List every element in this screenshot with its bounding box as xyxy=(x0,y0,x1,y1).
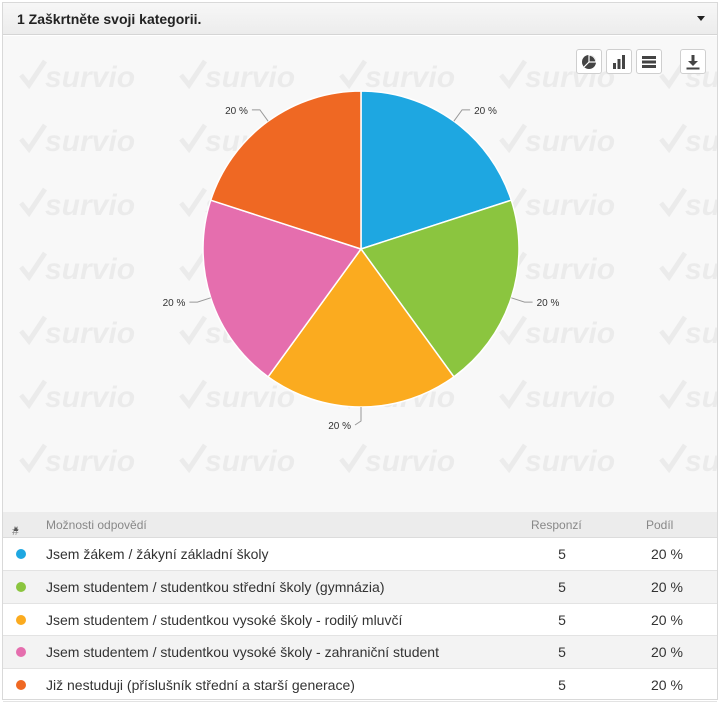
slice-connector xyxy=(354,407,362,426)
response-share: 20 % xyxy=(651,677,683,694)
column-header-options: Možnosti odpovědí xyxy=(46,518,147,532)
bar-chart-button[interactable] xyxy=(606,49,632,74)
legend-dot-icon xyxy=(16,647,26,658)
response-share: 20 % xyxy=(651,644,683,661)
table-row: Jsem žákem / žákyní základní školy 5 20 … xyxy=(3,538,717,571)
response-share: 20 % xyxy=(651,578,683,595)
question-title: 1 Zaškrtněte svoji kategorii. xyxy=(17,11,202,27)
slice-connector xyxy=(251,109,269,122)
legend-dot-icon xyxy=(16,581,26,592)
legend-dot-icon xyxy=(16,680,26,691)
column-header-responses: Responzí xyxy=(531,518,582,532)
column-header-share: Podíl xyxy=(646,518,674,532)
table-row: Jsem studentem / studentkou střední škol… xyxy=(3,570,717,604)
option-label: Jsem studentem / studentkou vysoké školy… xyxy=(46,611,403,628)
legend-dot-icon xyxy=(16,614,26,625)
option-label: Jsem studentem / studentkou střední škol… xyxy=(46,578,385,595)
sort-up-icon: ▲ xyxy=(12,524,20,533)
option-label: Jsem studentem / studentkou vysoké školy… xyxy=(46,644,439,661)
table-row: Jsem studentem / studentkou vysoké školy… xyxy=(3,604,717,637)
slice-connector xyxy=(453,109,471,122)
response-share: 20 % xyxy=(651,611,683,628)
response-count: 5 xyxy=(558,546,566,562)
table-header: # ▲ Možnosti odpovědí Responzí Podíl xyxy=(3,512,717,538)
slice-data-label: 20 % xyxy=(474,106,497,117)
response-count: 5 xyxy=(558,578,566,595)
pie-chart-icon xyxy=(582,54,596,69)
table-row: Již nestuduji (příslušník střední a star… xyxy=(3,669,717,702)
pie-chart: 20 % 20 % 20 % 20 % 20 % xyxy=(163,90,560,432)
table-view-icon xyxy=(642,55,656,68)
response-count: 5 xyxy=(558,644,566,661)
table-row: Jsem studentem / studentkou vysoké školy… xyxy=(3,636,717,670)
download-button[interactable] xyxy=(680,49,706,74)
chevron-down-icon[interactable] xyxy=(697,16,705,21)
option-label: Jsem žákem / žákyní základní školy xyxy=(46,546,269,562)
response-count: 5 xyxy=(558,677,566,694)
slice-data-label: 20 % xyxy=(537,298,560,309)
legend-dot-icon xyxy=(16,549,26,559)
bar-chart-icon xyxy=(613,54,625,69)
option-label: Již nestuduji (příslušník střední a star… xyxy=(46,677,355,694)
results-table: # ▲ Možnosti odpovědí Responzí Podíl Jse… xyxy=(3,512,717,702)
pie-chart-button[interactable] xyxy=(576,49,602,74)
response-count: 5 xyxy=(558,611,566,628)
chart-area: surviosurviosurviosurviosurviosurviosurv… xyxy=(3,36,717,512)
response-share: 20 % xyxy=(651,546,683,562)
question-header[interactable]: 1 Zaškrtněte svoji kategorii. xyxy=(3,3,717,35)
slice-connector xyxy=(511,297,533,303)
slice-data-label: 20 % xyxy=(163,298,186,309)
slice-connector xyxy=(189,297,211,303)
slice-data-label: 20 % xyxy=(225,106,248,117)
table-view-button[interactable] xyxy=(636,49,662,74)
download-icon xyxy=(686,54,700,69)
question-panel: 1 Zaškrtněte svoji kategorii. survio surv… xyxy=(2,2,718,702)
slice-data-label: 20 % xyxy=(328,421,351,432)
